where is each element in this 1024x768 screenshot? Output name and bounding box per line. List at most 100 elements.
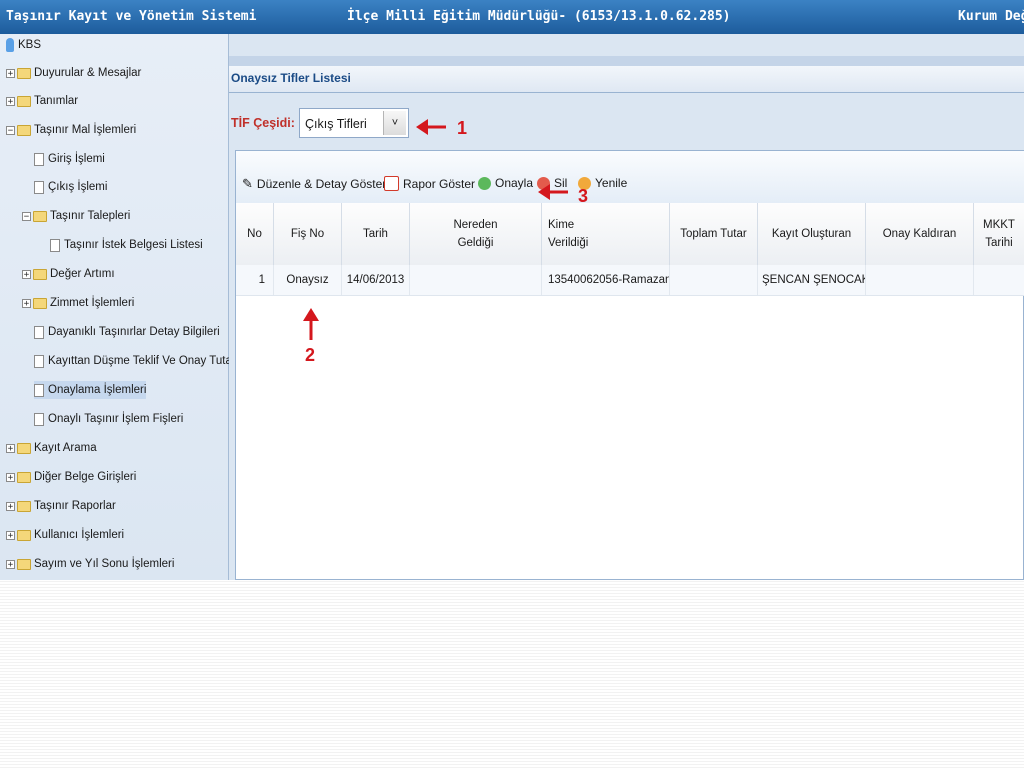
- edit-detail-button[interactable]: ✎ Düzenle & Detay Göster: [242, 176, 386, 192]
- column-header-no[interactable]: No: [236, 203, 274, 265]
- folder-icon: [33, 297, 47, 309]
- folder-icon: [17, 67, 31, 79]
- cell-kime: 13540062056-Ramazan Ş...: [542, 265, 670, 295]
- tree-item-deger-artimi[interactable]: + Değer Artımı: [22, 265, 115, 283]
- document-icon: [34, 180, 44, 194]
- tree-item-label: Değer Artımı: [50, 268, 115, 280]
- bulb-icon: [6, 38, 14, 52]
- column-header-row: No Fiş No Tarih Nereden Geldiği Kime Ver…: [236, 203, 1024, 266]
- chevron-down-icon[interactable]: ˅: [383, 111, 406, 135]
- column-header-kime[interactable]: Kime Verildiği: [542, 203, 670, 265]
- expand-icon[interactable]: +: [22, 298, 31, 308]
- edit-detail-label: Düzenle & Detay Göster: [256, 177, 387, 191]
- tree-item-label: Taşınır Raporlar: [34, 500, 116, 512]
- tree-item-giris[interactable]: Giriş İşlemi: [34, 150, 105, 168]
- tree-item-tasinir-mal[interactable]: − Taşınır Mal İşlemleri: [6, 121, 136, 139]
- tree-item-label: Taşınır Mal İşlemleri: [34, 124, 137, 136]
- expand-icon[interactable]: +: [6, 443, 15, 453]
- expand-icon[interactable]: +: [6, 96, 15, 106]
- cell-fis-no: Onaysız: [274, 265, 342, 295]
- tree-item-onaylama[interactable]: Onaylama İşlemleri: [34, 381, 147, 399]
- folder-icon: [33, 268, 47, 280]
- column-header-tarih[interactable]: Tarih: [342, 203, 410, 265]
- column-header-mkkt[interactable]: MKKT Tarihi: [974, 203, 1024, 265]
- folder-open-icon: [17, 124, 31, 136]
- tif-type-select[interactable]: Çıkış Tifleri ˅: [299, 108, 409, 138]
- cell-toplam: [670, 265, 758, 295]
- folder-icon: [17, 558, 31, 570]
- folder-icon: [17, 471, 31, 483]
- tree-item-istek-belgesi[interactable]: Taşınır İstek Belgesi Listesi: [50, 236, 203, 254]
- delete-label: Sil: [554, 176, 568, 190]
- expand-icon[interactable]: +: [6, 472, 15, 482]
- tree-item-label: Kayıttan Düşme Teklif Ve Onay Tutanağı: [48, 355, 255, 367]
- tree-item-label: Taşınır İstek Belgesi Listesi: [64, 239, 203, 251]
- tree-item-label: Zimmet İşlemleri: [50, 297, 135, 309]
- tree-item-talepler[interactable]: − Taşınır Talepleri: [22, 207, 130, 225]
- folder-icon: [17, 529, 31, 541]
- tree-item-kullanici[interactable]: + Kullanıcı İşlemleri: [6, 526, 124, 544]
- tree-item-diger-belge[interactable]: + Diğer Belge Girişleri: [6, 468, 136, 486]
- tree-item-label: Taşınır Talepleri: [50, 210, 131, 222]
- tree-item-raporlar[interactable]: + Taşınır Raporlar: [6, 497, 116, 515]
- annotation-label-2: 2: [305, 345, 316, 365]
- tree-item-label: Diğer Belge Girişleri: [34, 471, 137, 483]
- tree-item-label: Tanımlar: [34, 95, 79, 107]
- column-header-fis-no[interactable]: Fiş No: [274, 203, 342, 265]
- column-header-kaldiran[interactable]: Onay Kaldıran: [866, 203, 974, 265]
- navigation-tree: KBS + Duyurular & Mesajlar + Tanımlar − …: [0, 34, 254, 580]
- pencil-icon: ✎: [242, 176, 253, 191]
- tree-item-cikis[interactable]: Çıkış İşlemi: [34, 178, 107, 196]
- delete-icon: [537, 176, 550, 190]
- blank-area: [0, 580, 1024, 768]
- panel-strip: [229, 56, 1024, 66]
- annotation-label-3: 3: [578, 186, 589, 206]
- institution-change-link[interactable]: Kurum Deği: [958, 9, 1024, 24]
- cell-olusturan: ŞENCAN ŞENOCAK: [758, 265, 866, 295]
- institution-info: İlçe Milli Eğitim Müdürlüğü- (6153/13.1.…: [347, 9, 731, 24]
- tree-item-kayit-arama[interactable]: + Kayıt Arama: [6, 439, 97, 457]
- tree-root-kbs[interactable]: KBS: [6, 36, 41, 54]
- refresh-label: Yenile: [595, 176, 628, 190]
- collapse-icon[interactable]: −: [6, 125, 15, 135]
- pdf-icon: [384, 176, 399, 191]
- tif-type-label: TİF Çeşidi:: [231, 116, 295, 130]
- column-header-olusturan[interactable]: Kayıt Oluşturan: [758, 203, 866, 265]
- tree-item-onayli-fisler[interactable]: Onaylı Taşınır İşlem Fişleri: [34, 410, 183, 428]
- delete-button[interactable]: Sil: [537, 176, 567, 190]
- cell-kaldiran: [866, 265, 974, 295]
- tree-item-duyurular[interactable]: + Duyurular & Mesajlar: [6, 64, 141, 82]
- folder-icon: [17, 95, 31, 107]
- cell-mkkt: [974, 265, 1024, 295]
- list-title: Onaysız Tifler Listesi: [231, 71, 351, 85]
- collapse-icon[interactable]: −: [22, 211, 31, 221]
- approve-button[interactable]: Onayla: [478, 176, 533, 190]
- tree-item-label: Kullanıcı İşlemleri: [34, 529, 125, 541]
- show-report-button[interactable]: Rapor Göster: [384, 176, 475, 191]
- expand-icon[interactable]: +: [6, 530, 15, 540]
- tree-item-tanimlar[interactable]: + Tanımlar: [6, 92, 78, 110]
- expand-icon[interactable]: +: [22, 269, 31, 279]
- tree-item-label: Duyurular & Mesajlar: [34, 67, 142, 79]
- main-panel: Onaysız Tifler Listesi TİF Çeşidi: Çıkış…: [229, 34, 1024, 580]
- table-row[interactable]: 1 Onaysız 14/06/2013 13540062056-Ramazan…: [236, 265, 1024, 296]
- tif-type-value: Çıkış Tifleri: [305, 117, 367, 131]
- folder-icon: [17, 500, 31, 512]
- expand-icon[interactable]: +: [6, 68, 15, 78]
- tree-item-dayanikli[interactable]: Dayanıklı Taşınırlar Detay Bilgileri: [34, 323, 220, 341]
- check-circle-icon: [478, 176, 491, 190]
- tree-item-label: Onaylama İşlemleri: [48, 384, 147, 396]
- expand-icon[interactable]: +: [6, 501, 15, 511]
- tree-item-sayim[interactable]: + Sayım ve Yıl Sonu İşlemleri: [6, 555, 174, 573]
- expand-icon[interactable]: +: [6, 559, 15, 569]
- tif-grid: ✎ Düzenle & Detay Göster Rapor Göster On…: [235, 150, 1024, 580]
- show-report-label: Rapor Göster: [403, 176, 476, 191]
- tree-item-label: Dayanıklı Taşınırlar Detay Bilgileri: [48, 326, 220, 338]
- column-header-toplam[interactable]: Toplam Tutar: [670, 203, 758, 265]
- tree-item-kayittan-dusme[interactable]: Kayıttan Düşme Teklif Ve Onay Tutanağı: [34, 352, 254, 370]
- column-header-nereden[interactable]: Nereden Geldiği: [410, 203, 542, 265]
- document-icon: [34, 412, 44, 426]
- tree-item-label: Çıkış İşlemi: [48, 181, 108, 193]
- approve-label: Onayla: [495, 176, 534, 190]
- tree-item-zimmet[interactable]: + Zimmet İşlemleri: [22, 294, 134, 312]
